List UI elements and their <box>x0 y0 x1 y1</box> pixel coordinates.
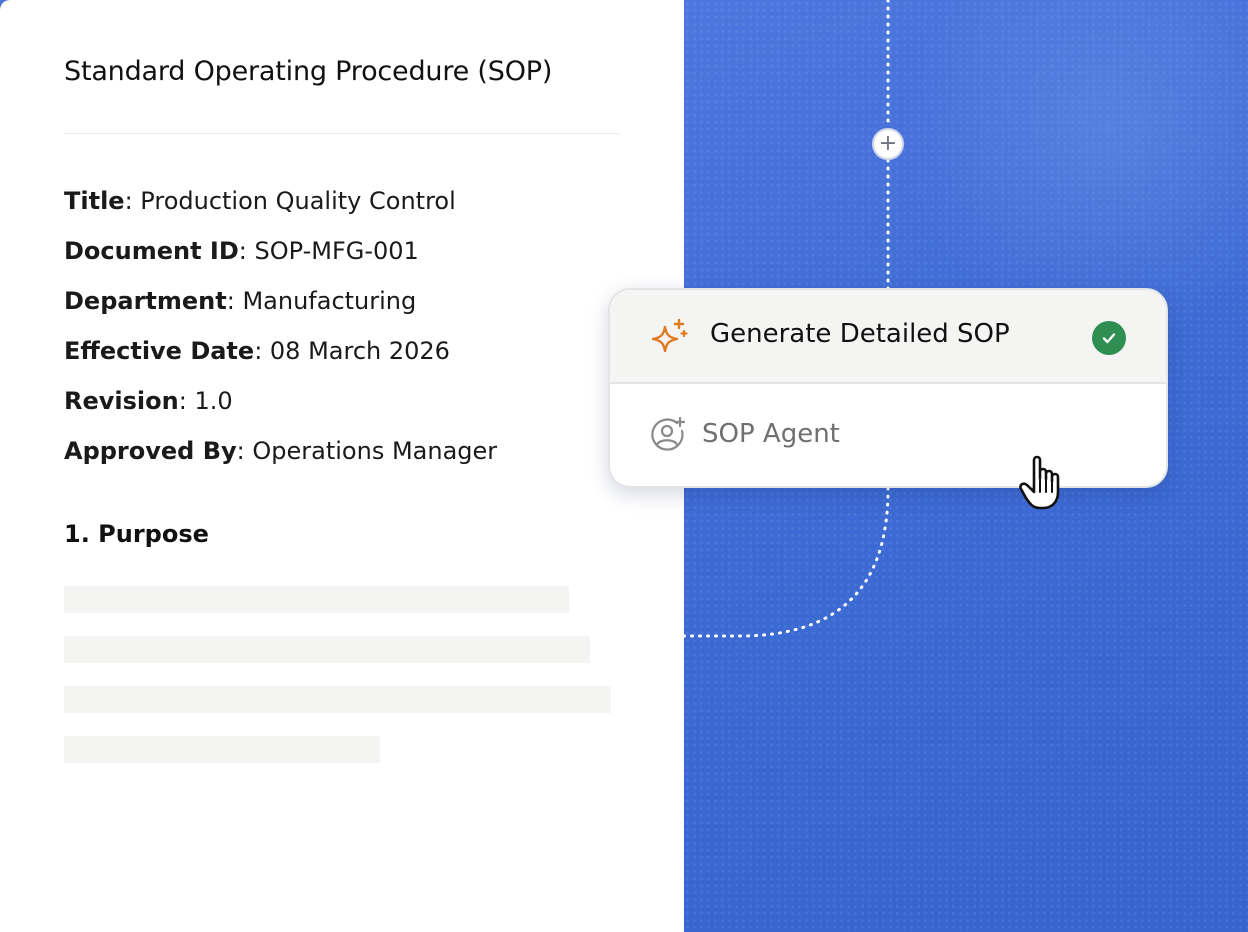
generate-detailed-sop-option[interactable]: Generate Detailed SOP <box>610 290 1166 384</box>
pointer-hand-icon <box>1019 455 1060 510</box>
sop-document: Standard Operating Procedure (SOP) Title… <box>0 0 684 932</box>
title-divider <box>64 133 620 134</box>
workflow-illustration: + Standard Operating Procedure (SOP) Tit… <box>0 0 1248 932</box>
placeholder-line <box>64 636 590 663</box>
document-title: Standard Operating Procedure (SOP) <box>64 56 553 87</box>
action-card: Generate Detailed SOP SOP Agent <box>608 288 1168 488</box>
user-add-icon <box>651 416 686 451</box>
placeholder-line <box>64 586 569 613</box>
meta-revision: Revision: 1.0 <box>64 387 233 415</box>
meta-effective-date: Effective Date: 08 March 2026 <box>64 337 450 365</box>
plus-icon: + <box>878 131 898 156</box>
sop-agent-option[interactable]: SOP Agent <box>610 386 1166 486</box>
meta-title: Title: Production Quality Control <box>64 187 456 215</box>
sop-agent-label: SOP Agent <box>702 419 840 449</box>
document-metadata: Title: Production Quality Control Docume… <box>64 184 497 484</box>
meta-document-id: Document ID: SOP-MFG-001 <box>64 237 419 265</box>
placeholder-line <box>64 736 380 763</box>
meta-approved-by: Approved By: Operations Manager <box>64 437 498 465</box>
section-heading-purpose: 1. Purpose <box>64 520 209 548</box>
add-step-button[interactable]: + <box>872 128 904 160</box>
meta-department: Department: Manufacturing <box>64 287 417 315</box>
check-circle-icon <box>1092 321 1126 355</box>
sparkle-icon <box>651 318 688 353</box>
generate-detailed-sop-label: Generate Detailed SOP <box>710 319 1010 349</box>
placeholder-line <box>64 686 611 713</box>
